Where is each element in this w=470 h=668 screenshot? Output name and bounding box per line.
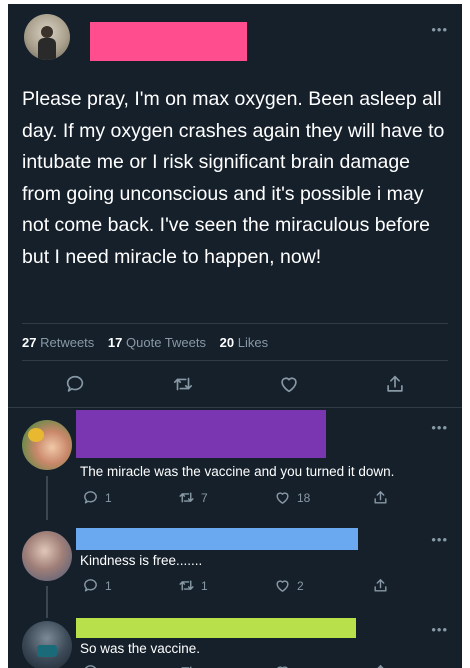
more-icon[interactable]: ••• (431, 622, 448, 637)
retweet-action[interactable]: 7 (178, 489, 208, 506)
retweet-count: 1 (201, 578, 208, 593)
reply-author-redacted (76, 410, 326, 458)
share-action[interactable] (372, 489, 389, 506)
share-icon (374, 579, 387, 592)
like-icon (276, 580, 289, 592)
reply-action[interactable]: 1 (82, 577, 112, 594)
more-icon[interactable]: ••• (431, 532, 448, 547)
author-name-redacted (90, 22, 247, 61)
share-icon (377, 665, 384, 668)
retweet-icon (181, 666, 192, 668)
reply-icon (84, 491, 97, 504)
retweet-icon (179, 492, 194, 503)
thread-line (46, 586, 48, 618)
like-action[interactable] (274, 663, 291, 668)
reply-action[interactable]: 1 (82, 489, 112, 506)
tweet-text: Please pray, I'm on max oxygen. Been asl… (22, 88, 445, 268)
tweet-screenshot: ••• Please pray, I'm on max oxygen. Been… (8, 4, 462, 668)
retweets-stat[interactable]: 27 Retweets (22, 335, 94, 350)
retweet-action[interactable] (178, 663, 195, 668)
reply-icon (85, 665, 96, 668)
divider (8, 407, 462, 408)
reply-count: 1 (105, 578, 112, 593)
share-icon[interactable] (384, 373, 406, 395)
likes-stat[interactable]: 20 Likes (220, 335, 268, 350)
like-icon (276, 492, 289, 504)
more-icon[interactable]: ••• (431, 22, 448, 37)
retweet-count: 7 (201, 490, 208, 505)
reply-author-redacted (76, 528, 358, 550)
like-action[interactable]: 18 (274, 489, 310, 506)
like-count: 18 (297, 490, 311, 505)
reply-author-redacted (76, 618, 356, 638)
retweet-icon[interactable] (172, 373, 194, 395)
share-icon (374, 491, 387, 504)
share-action[interactable] (372, 663, 389, 668)
more-icon[interactable]: ••• (431, 420, 448, 435)
reply-text: Kindness is free....... (80, 553, 203, 568)
reply-count: 1 (105, 490, 112, 505)
like-count: 2 (297, 578, 304, 593)
like-icon[interactable] (278, 373, 300, 395)
reply-action[interactable] (82, 663, 99, 668)
reply-avatar[interactable] (22, 531, 72, 581)
reply-avatar[interactable] (22, 621, 72, 668)
reply-text: So was the vaccine. (80, 641, 201, 656)
reply-avatar[interactable] (22, 420, 72, 470)
reply-icon[interactable] (64, 373, 86, 395)
reply-icon (84, 579, 97, 592)
divider (22, 360, 448, 361)
like-action[interactable]: 2 (274, 577, 304, 594)
tweet-stats: 27 Retweets 17 Quote Tweets 20 Likes (22, 335, 278, 350)
quote-tweets-stat[interactable]: 17 Quote Tweets (108, 335, 206, 350)
reply-text: The miracle was the vaccine and you turn… (80, 464, 395, 479)
retweet-icon (179, 580, 194, 591)
author-avatar[interactable] (24, 14, 70, 60)
share-action[interactable] (372, 577, 389, 594)
like-icon (277, 666, 288, 668)
thread-line (46, 476, 48, 520)
divider (22, 323, 448, 324)
retweet-action[interactable]: 1 (178, 577, 208, 594)
